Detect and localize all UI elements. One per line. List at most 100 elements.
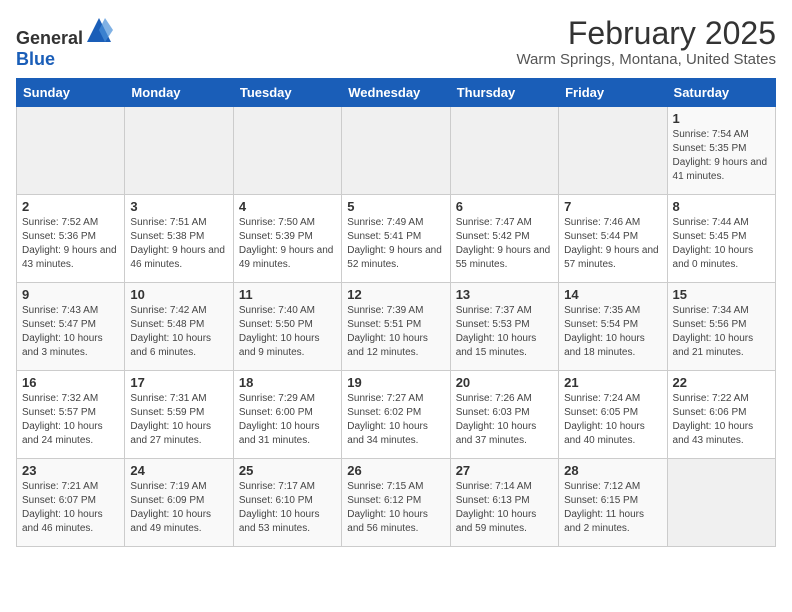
- day-number: 20: [456, 375, 553, 390]
- day-number: 28: [564, 463, 661, 478]
- calendar-cell: 15 Sunrise: 7:34 AM Sunset: 5:56 PM Dayli…: [667, 283, 775, 371]
- calendar-table: SundayMondayTuesdayWednesdayThursdayFrid…: [16, 78, 776, 547]
- calendar-week-2: 2 Sunrise: 7:52 AM Sunset: 5:36 PM Daylig…: [17, 195, 776, 283]
- day-info: Sunrise: 7:19 AM Sunset: 6:09 PM Dayligh…: [130, 480, 227, 536]
- calendar-cell: 7 Sunrise: 7:46 AM Sunset: 5:44 PM Daylig…: [559, 195, 667, 283]
- day-number: 2: [22, 199, 119, 214]
- calendar-cell: [450, 107, 558, 195]
- day-number: 12: [347, 287, 444, 302]
- day-number: 17: [130, 375, 227, 390]
- calendar-cell: 1 Sunrise: 7:54 AM Sunset: 5:35 PM Daylig…: [667, 107, 775, 195]
- day-number: 10: [130, 287, 227, 302]
- header-wednesday: Wednesday: [342, 79, 450, 107]
- day-info: Sunrise: 7:46 AM Sunset: 5:44 PM Dayligh…: [564, 216, 661, 272]
- calendar-week-5: 23Sunrise: 7:21 AM Sunset: 6:07 PM Dayli…: [17, 459, 776, 547]
- header-saturday: Saturday: [667, 79, 775, 107]
- day-number: 3: [130, 199, 227, 214]
- day-number: 23: [22, 463, 119, 478]
- calendar-cell: 18Sunrise: 7:29 AM Sunset: 6:00 PM Dayli…: [233, 371, 341, 459]
- day-number: 25: [239, 463, 336, 478]
- calendar-cell: [233, 107, 341, 195]
- day-info: Sunrise: 7:31 AM Sunset: 5:59 PM Dayligh…: [130, 392, 227, 448]
- day-number: 22: [673, 375, 770, 390]
- header-thursday: Thursday: [450, 79, 558, 107]
- calendar-cell: 25Sunrise: 7:17 AM Sunset: 6:10 PM Dayli…: [233, 459, 341, 547]
- day-number: 16: [22, 375, 119, 390]
- day-number: 21: [564, 375, 661, 390]
- day-number: 1: [673, 111, 770, 126]
- day-info: Sunrise: 7:24 AM Sunset: 6:05 PM Dayligh…: [564, 392, 661, 448]
- day-info: Sunrise: 7:12 AM Sunset: 6:15 PM Dayligh…: [564, 480, 661, 536]
- day-info: Sunrise: 7:22 AM Sunset: 6:06 PM Dayligh…: [673, 392, 770, 448]
- calendar-cell: 13 Sunrise: 7:37 AM Sunset: 5:53 PM Dayli…: [450, 283, 558, 371]
- day-number: 4: [239, 199, 336, 214]
- calendar-cell: 8Sunrise: 7:44 AM Sunset: 5:45 PM Daylig…: [667, 195, 775, 283]
- day-number: 15: [673, 287, 770, 302]
- calendar-cell: 11 Sunrise: 7:40 AM Sunset: 5:50 PM Dayli…: [233, 283, 341, 371]
- calendar-cell: [667, 459, 775, 547]
- logo-blue: Blue: [16, 49, 55, 69]
- day-info: Sunrise: 7:29 AM Sunset: 6:00 PM Dayligh…: [239, 392, 336, 448]
- day-info: Sunrise: 7:26 AM Sunset: 6:03 PM Dayligh…: [456, 392, 553, 448]
- calendar-cell: 27 Sunrise: 7:14 AM Sunset: 6:13 PM Dayli…: [450, 459, 558, 547]
- calendar-cell: 2 Sunrise: 7:52 AM Sunset: 5:36 PM Daylig…: [17, 195, 125, 283]
- calendar-subtitle: Warm Springs, Montana, United States: [516, 51, 776, 68]
- day-info: Sunrise: 7:34 AM Sunset: 5:56 PM Dayligh…: [673, 304, 770, 360]
- day-number: 13: [456, 287, 553, 302]
- day-info: Sunrise: 7:15 AM Sunset: 6:12 PM Dayligh…: [347, 480, 444, 536]
- logo-general: General: [16, 28, 83, 48]
- day-number: 7: [564, 199, 661, 214]
- day-info: Sunrise: 7:50 AM Sunset: 5:39 PM Dayligh…: [239, 216, 336, 272]
- day-number: 9: [22, 287, 119, 302]
- day-info: Sunrise: 7:51 AM Sunset: 5:38 PM Dayligh…: [130, 216, 227, 272]
- page-header: General Blue February 2025 Warm Springs,…: [16, 16, 776, 70]
- logo-text: General Blue: [16, 16, 113, 70]
- day-info: Sunrise: 7:52 AM Sunset: 5:36 PM Dayligh…: [22, 216, 119, 272]
- title-block: February 2025 Warm Springs, Montana, Uni…: [516, 16, 776, 68]
- day-number: 8: [673, 199, 770, 214]
- day-info: Sunrise: 7:39 AM Sunset: 5:51 PM Dayligh…: [347, 304, 444, 360]
- calendar-title: February 2025: [516, 16, 776, 51]
- calendar-cell: 14 Sunrise: 7:35 AM Sunset: 5:54 PM Dayli…: [559, 283, 667, 371]
- header-monday: Monday: [125, 79, 233, 107]
- calendar-cell: 10 Sunrise: 7:42 AM Sunset: 5:48 PM Dayli…: [125, 283, 233, 371]
- day-info: Sunrise: 7:43 AM Sunset: 5:47 PM Dayligh…: [22, 304, 119, 360]
- day-number: 27: [456, 463, 553, 478]
- calendar-cell: 9 Sunrise: 7:43 AM Sunset: 5:47 PM Daylig…: [17, 283, 125, 371]
- calendar-cell: [559, 107, 667, 195]
- calendar-cell: 12 Sunrise: 7:39 AM Sunset: 5:51 PM Dayli…: [342, 283, 450, 371]
- day-info: Sunrise: 7:49 AM Sunset: 5:41 PM Dayligh…: [347, 216, 444, 272]
- day-info: Sunrise: 7:40 AM Sunset: 5:50 PM Dayligh…: [239, 304, 336, 360]
- day-number: 26: [347, 463, 444, 478]
- day-info: Sunrise: 7:37 AM Sunset: 5:53 PM Dayligh…: [456, 304, 553, 360]
- day-info: Sunrise: 7:32 AM Sunset: 5:57 PM Dayligh…: [22, 392, 119, 448]
- calendar-week-1: 1 Sunrise: 7:54 AM Sunset: 5:35 PM Daylig…: [17, 107, 776, 195]
- header-tuesday: Tuesday: [233, 79, 341, 107]
- calendar-week-3: 9 Sunrise: 7:43 AM Sunset: 5:47 PM Daylig…: [17, 283, 776, 371]
- calendar-cell: 6Sunrise: 7:47 AM Sunset: 5:42 PM Daylig…: [450, 195, 558, 283]
- calendar-cell: [17, 107, 125, 195]
- calendar-cell: 3 Sunrise: 7:51 AM Sunset: 5:38 PM Daylig…: [125, 195, 233, 283]
- calendar-header-row: SundayMondayTuesdayWednesdayThursdayFrid…: [17, 79, 776, 107]
- calendar-cell: 23Sunrise: 7:21 AM Sunset: 6:07 PM Dayli…: [17, 459, 125, 547]
- day-info: Sunrise: 7:14 AM Sunset: 6:13 PM Dayligh…: [456, 480, 553, 536]
- day-info: Sunrise: 7:42 AM Sunset: 5:48 PM Dayligh…: [130, 304, 227, 360]
- calendar-cell: 5 Sunrise: 7:49 AM Sunset: 5:41 PM Daylig…: [342, 195, 450, 283]
- calendar-cell: 22 Sunrise: 7:22 AM Sunset: 6:06 PM Dayli…: [667, 371, 775, 459]
- calendar-cell: [342, 107, 450, 195]
- day-number: 14: [564, 287, 661, 302]
- day-number: 19: [347, 375, 444, 390]
- calendar-cell: 19Sunrise: 7:27 AM Sunset: 6:02 PM Dayli…: [342, 371, 450, 459]
- header-friday: Friday: [559, 79, 667, 107]
- day-number: 5: [347, 199, 444, 214]
- day-info: Sunrise: 7:54 AM Sunset: 5:35 PM Dayligh…: [673, 128, 770, 184]
- day-info: Sunrise: 7:35 AM Sunset: 5:54 PM Dayligh…: [564, 304, 661, 360]
- day-info: Sunrise: 7:47 AM Sunset: 5:42 PM Dayligh…: [456, 216, 553, 272]
- day-number: 11: [239, 287, 336, 302]
- calendar-week-4: 16 Sunrise: 7:32 AM Sunset: 5:57 PM Dayli…: [17, 371, 776, 459]
- day-number: 24: [130, 463, 227, 478]
- calendar-cell: 24 Sunrise: 7:19 AM Sunset: 6:09 PM Dayli…: [125, 459, 233, 547]
- calendar-cell: 4 Sunrise: 7:50 AM Sunset: 5:39 PM Daylig…: [233, 195, 341, 283]
- calendar-cell: 17 Sunrise: 7:31 AM Sunset: 5:59 PM Dayli…: [125, 371, 233, 459]
- calendar-cell: 16 Sunrise: 7:32 AM Sunset: 5:57 PM Dayli…: [17, 371, 125, 459]
